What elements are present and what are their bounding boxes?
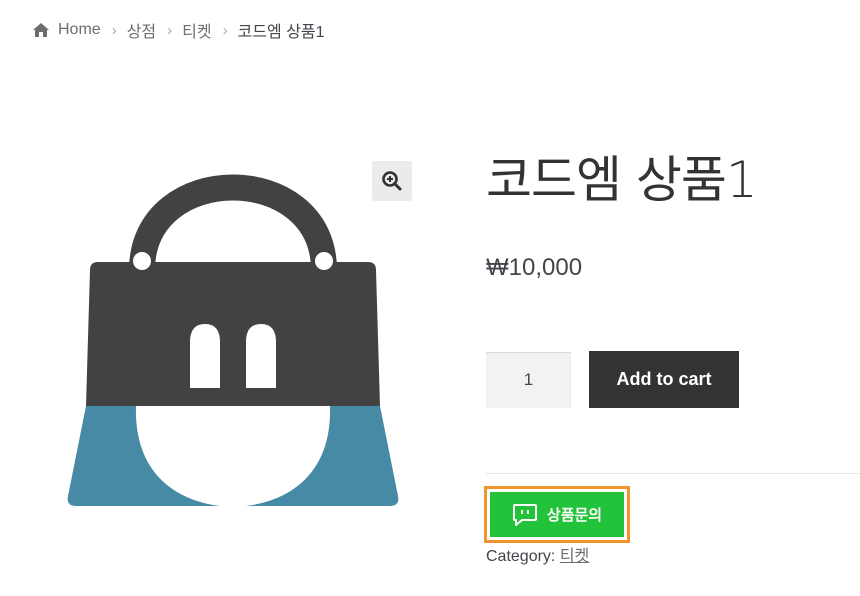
inquiry-label: 상품문의 (546, 506, 603, 524)
chevron-right-icon: › (222, 21, 228, 39)
chevron-right-icon: › (111, 21, 117, 39)
product-inquiry-button[interactable]: 상품문의 (490, 492, 624, 537)
product-title: 코드엠 상품1 (486, 151, 758, 209)
inquiry-highlight: 상품문의 (484, 486, 630, 543)
chevron-right-icon: › (167, 21, 173, 39)
chat-icon (512, 503, 537, 526)
divider (486, 473, 860, 474)
zoom-button[interactable] (372, 161, 412, 201)
product-image[interactable] (62, 170, 404, 512)
breadcrumb-current: 코드엠 상품1 (237, 24, 325, 41)
quantity-input[interactable] (486, 352, 571, 408)
breadcrumb-home-link[interactable]: Home (58, 21, 101, 39)
product-price: ₩10,000 (486, 254, 583, 281)
shopping-bag-icon (67, 174, 399, 510)
product-meta: Category: 티켓 (486, 542, 589, 566)
add-to-cart-button[interactable]: Add to cart (589, 351, 739, 408)
breadcrumb-ticket-link[interactable]: 티켓 (182, 18, 211, 42)
breadcrumb: Home › 상점 › 티켓 › 코드엠 상품1 (33, 18, 325, 42)
breadcrumb-shop-link[interactable]: 상점 (127, 18, 156, 42)
category-link[interactable]: 티켓 (560, 548, 589, 565)
category-label: Category: (486, 548, 556, 565)
zoom-in-icon (382, 171, 402, 191)
home-icon (33, 23, 49, 37)
